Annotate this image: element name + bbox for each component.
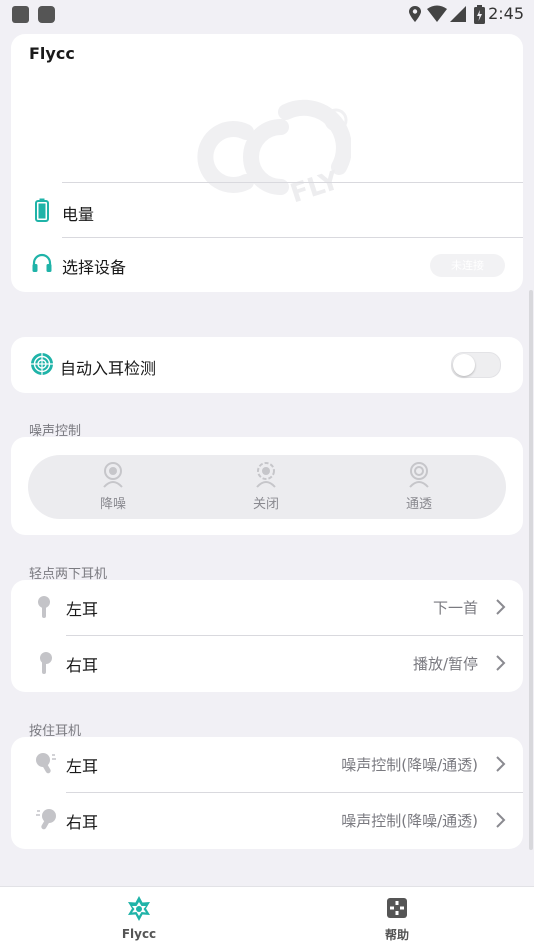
- auto-ear-toggle[interactable]: [451, 352, 501, 378]
- double-tap-right-row[interactable]: 右耳 播放/暂停: [11, 636, 523, 692]
- right-earbud-press-icon: [36, 809, 56, 830]
- divider: [62, 182, 523, 183]
- double-tap-right-value: 播放/暂停: [412, 655, 478, 673]
- noise-option-cancel[interactable]: 降噪: [63, 455, 163, 519]
- noise-cancel-icon: [103, 462, 123, 488]
- right-earbud-icon: [40, 652, 52, 674]
- battery-status-icon: [474, 5, 485, 24]
- flycc-star-icon: [128, 896, 150, 921]
- notification-icon: [38, 6, 55, 23]
- device-card: Flycc FLY 电量 选择设备 未连接: [11, 34, 523, 292]
- long-press-left-row[interactable]: 左耳 噪声控制(降噪/通透): [11, 737, 523, 792]
- left-earbud-press-icon: [36, 753, 56, 774]
- ear-detection-icon: [31, 353, 53, 375]
- left-earbud-icon: [38, 596, 50, 618]
- connect-status-button[interactable]: 未连接: [430, 254, 505, 277]
- battery-label: 电量: [62, 205, 95, 224]
- double-tap-left-row[interactable]: 左耳 下一首: [11, 580, 523, 635]
- tab-label: 帮助: [384, 928, 409, 942]
- noise-option-transparency[interactable]: 通透: [369, 455, 469, 519]
- tab-help[interactable]: 帮助: [357, 887, 437, 951]
- help-icon: [387, 898, 407, 918]
- noise-control-segmented: 降噪 关闭 通透: [28, 455, 506, 519]
- chevron-right-icon: [496, 655, 506, 671]
- long-press-right-row[interactable]: 右耳 噪声控制(降噪/通透): [11, 793, 523, 849]
- chevron-right-icon: [496, 756, 506, 772]
- flycc-logo-watermark: FLY: [197, 99, 351, 209]
- right-ear-label: 右耳: [66, 813, 99, 832]
- signal-icon: [450, 6, 466, 22]
- transparency-icon: [409, 462, 429, 488]
- wifi-icon: [427, 5, 447, 22]
- battery-row: 电量: [11, 192, 523, 238]
- device-title: Flycc: [29, 44, 75, 63]
- left-ear-label: 左耳: [66, 757, 99, 776]
- status-bar: 2:45: [0, 0, 534, 30]
- auto-ear-label: 自动入耳检测: [60, 359, 157, 378]
- left-ear-label: 左耳: [66, 600, 99, 619]
- noise-off-icon: [256, 462, 276, 488]
- noise-option-label: 通透: [405, 497, 432, 512]
- scrollbar[interactable]: [529, 290, 533, 850]
- headphones-icon: [32, 253, 52, 272]
- noise-option-off[interactable]: 关闭: [216, 455, 316, 519]
- toggle-knob: [453, 354, 475, 376]
- notification-icon: [12, 6, 29, 23]
- double-tap-left-value: 下一首: [432, 599, 478, 617]
- clock: 2:45: [488, 4, 524, 23]
- noise-option-label: 关闭: [252, 497, 279, 512]
- chevron-right-icon: [496, 812, 506, 828]
- tab-label: Flycc: [121, 927, 157, 941]
- noise-option-label: 降噪: [99, 497, 126, 512]
- long-press-right-value: 噪声控制(降噪/通透): [341, 812, 478, 830]
- double-tap-card: 左耳 下一首 右耳 播放/暂停: [11, 580, 523, 692]
- select-device-label: 选择设备: [62, 258, 127, 277]
- noise-control-card: 降噪 关闭 通透: [11, 437, 523, 535]
- bottom-tab-bar: Flycc 帮助: [0, 886, 534, 951]
- long-press-left-value: 噪声控制(降噪/通透): [341, 756, 478, 774]
- auto-ear-card: 自动入耳检测: [11, 337, 523, 393]
- location-icon: [409, 6, 421, 22]
- right-ear-label: 右耳: [66, 656, 99, 675]
- long-press-card: 左耳 噪声控制(降噪/通透) 右耳 噪声控制(降噪/通透): [11, 737, 523, 849]
- tab-flycc[interactable]: Flycc: [99, 887, 179, 951]
- battery-icon: [35, 198, 49, 222]
- chevron-right-icon: [496, 599, 506, 615]
- select-device-row[interactable]: 选择设备 未连接: [11, 244, 523, 290]
- divider: [62, 237, 523, 238]
